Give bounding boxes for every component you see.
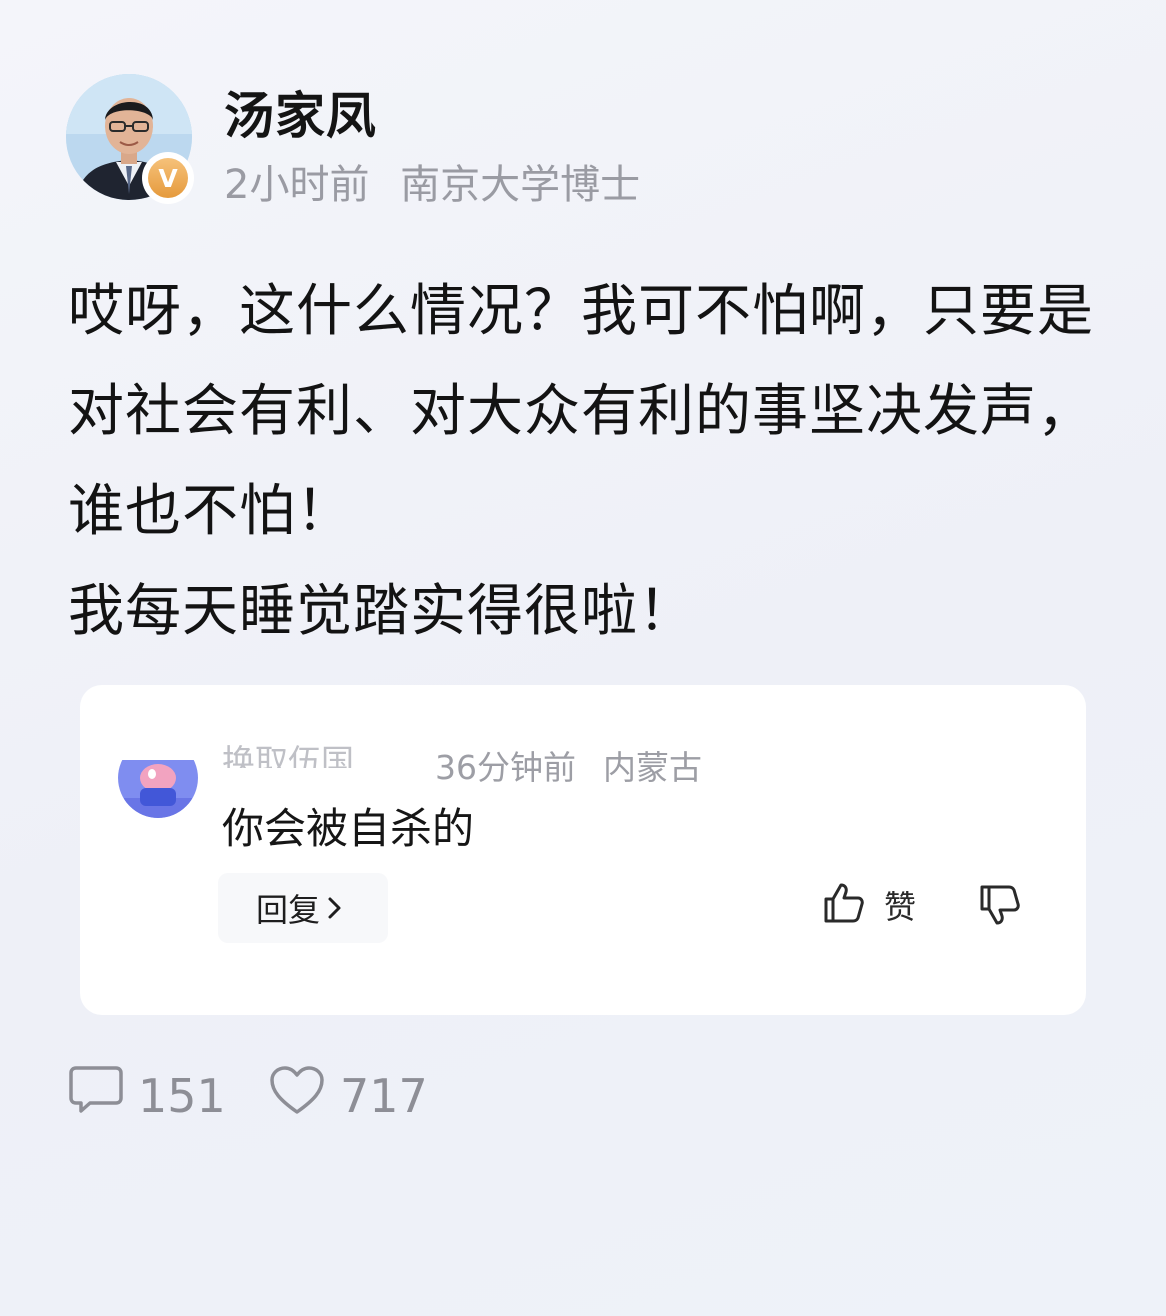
post-paragraph: 我每天睡觉踏实得很啦！ [68,579,695,644]
author-name[interactable]: 汤家凤 [224,76,377,148]
thumbs-up-icon [822,881,866,929]
like-label: 赞 [884,888,917,926]
reply-label: 回复 [256,891,321,929]
commenter-name[interactable]: 换取伍国 [222,740,354,768]
comment-location: 内蒙古 [603,748,702,787]
commenter-avatar[interactable] [118,760,198,818]
author-title: 南京大学博士 [400,162,641,208]
comment-time: 36分钟前 [435,748,576,787]
post-paragraph: 哎呀，这什么情况？我可不怕啊，只要是对社会有利、对大众有利的事坚决发声，谁也不怕… [68,279,1094,544]
verified-v-icon: V [148,158,188,198]
comment-count: 151 [138,1068,226,1123]
thumbs-down-icon [978,885,1022,931]
comment-bubble-icon [68,1064,124,1127]
chevron-right-icon [326,895,344,921]
comments-stat[interactable]: 151 [68,1064,226,1127]
like-count: 717 [340,1068,428,1123]
comment-card[interactable]: 换取伍国 36分钟前 内蒙古 你会被自杀的 回复 赞 [80,685,1086,1015]
like-button[interactable]: 赞 [822,881,916,929]
comment-text: 你会被自杀的 [222,804,475,853]
post-time: 2小时前 [224,162,370,208]
reply-button[interactable]: 回复 [218,873,388,943]
verified-badge: V [142,152,194,204]
commenter-avatar-image [118,760,198,818]
post-meta: 2小时前 南京大学博士 [224,152,640,210]
heart-icon [268,1064,326,1127]
post-body: 哎呀，这什么情况？我可不怕啊，只要是对社会有利、对大众有利的事坚决发声，谁也不怕… [68,262,1098,662]
likes-stat[interactable]: 717 [268,1064,428,1127]
dislike-button[interactable] [978,883,1022,931]
